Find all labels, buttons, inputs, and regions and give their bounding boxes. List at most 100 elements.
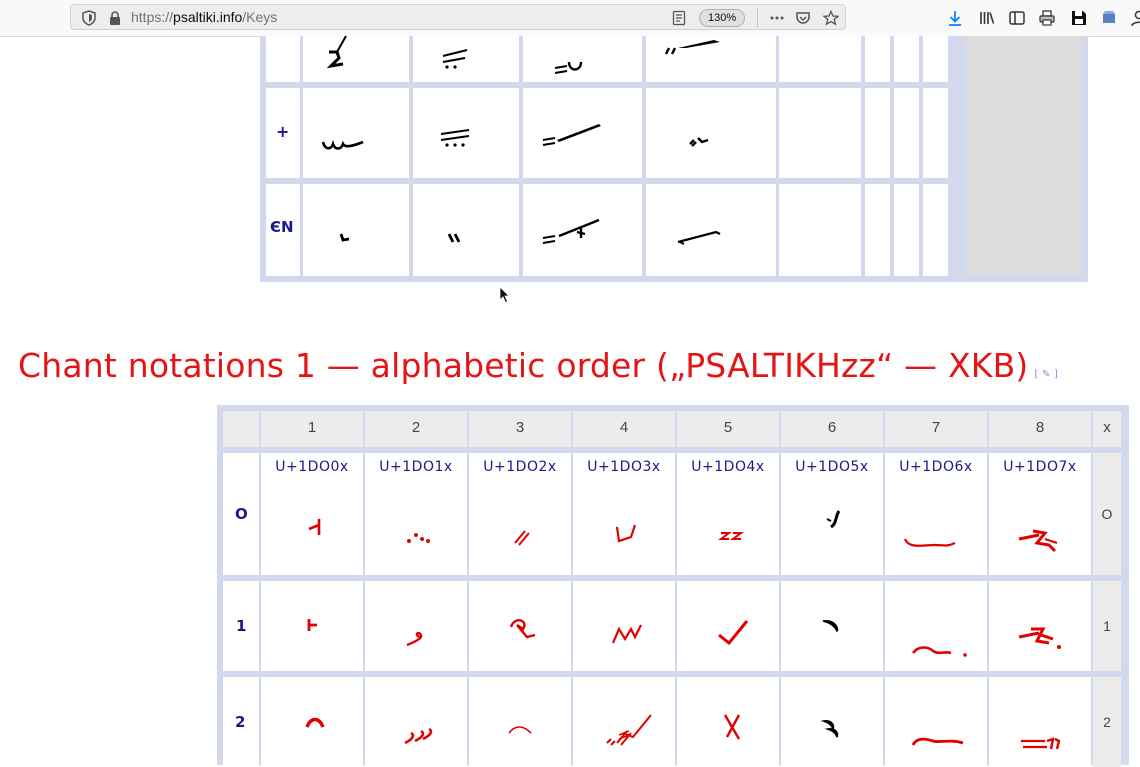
row-right-label: O xyxy=(1093,453,1121,575)
lock-icon[interactable] xyxy=(107,10,123,26)
column-header: 3 xyxy=(469,411,571,447)
neume-glyph xyxy=(469,677,571,767)
column-header: 7 xyxy=(885,411,987,447)
corner-header-cell xyxy=(223,411,259,447)
table-cell xyxy=(894,184,919,276)
table-cell xyxy=(865,184,890,276)
table-cell xyxy=(923,88,948,178)
column-header: 5 xyxy=(677,411,779,447)
upper-neumes-table: + ЄN xyxy=(260,36,1088,282)
glyph-cell: U+1DO3x xyxy=(573,453,675,575)
table-cell xyxy=(523,88,642,178)
row-right-label: 2 xyxy=(1093,677,1121,767)
neume-glyph xyxy=(781,581,883,671)
row-label: ЄN xyxy=(270,218,294,236)
neume-glyph xyxy=(989,453,1091,575)
url-host: psaltiki.info xyxy=(173,9,242,25)
neume-glyph xyxy=(885,453,987,575)
glyph-cell xyxy=(365,581,467,671)
glyph-cell xyxy=(469,581,571,671)
heading-text: Chant notations 1 — alphabetic order („P… xyxy=(18,346,1029,385)
url-text[interactable]: https://psaltiki.info/Keys xyxy=(131,9,277,25)
download-icon[interactable] xyxy=(946,9,964,27)
glyph-cell xyxy=(573,581,675,671)
neume-glyph xyxy=(365,581,467,671)
reader-view-icon[interactable] xyxy=(671,10,687,26)
column-header: 1 xyxy=(261,411,363,447)
mouse-cursor-icon xyxy=(499,286,511,304)
row-header-cell: 2 xyxy=(223,677,259,767)
neume-glyph xyxy=(261,677,363,767)
table-cell xyxy=(413,36,519,82)
neume-glyph xyxy=(303,88,409,178)
glyph-cell: U+1DO4x xyxy=(677,453,779,575)
neume-glyph xyxy=(781,453,883,575)
column-header: 6 xyxy=(781,411,883,447)
chant-notations-table: 1 2 3 4 5 6 7 8 x O U+1DO0x U+1DO1x U+1D… xyxy=(217,405,1129,765)
glyph-cell xyxy=(677,581,779,671)
neume-glyph xyxy=(523,88,642,178)
column-header: 8 xyxy=(989,411,1091,447)
sidebar-icon[interactable] xyxy=(1008,9,1026,27)
library-icon[interactable] xyxy=(978,9,996,27)
neume-glyph xyxy=(261,453,363,575)
neume-glyph xyxy=(413,88,519,178)
edit-section-link[interactable]: [ ✎ ] xyxy=(1035,369,1059,380)
table-cell xyxy=(865,88,890,178)
table-cell xyxy=(923,184,948,276)
neume-glyph xyxy=(677,581,779,671)
glyph-cell: U+1DO0x xyxy=(261,453,363,575)
glyph-cell xyxy=(573,677,675,767)
neume-glyph xyxy=(885,581,987,671)
browser-toolbar: https://psaltiki.info/Keys 130% xyxy=(0,0,1140,37)
column-header: 2 xyxy=(365,411,467,447)
account-icon[interactable] xyxy=(1130,9,1140,27)
glyph-cell xyxy=(261,581,363,671)
glyph-cell: U+1DO7x xyxy=(989,453,1091,575)
table-cell xyxy=(523,184,642,276)
row-label: 2 xyxy=(235,713,245,731)
table-cell xyxy=(865,36,890,82)
pocket-icon[interactable] xyxy=(795,10,811,26)
table-cell xyxy=(413,88,519,178)
zoom-indicator[interactable]: 130% xyxy=(699,9,745,27)
url-scheme: https:// xyxy=(131,9,173,25)
neume-glyph xyxy=(413,184,519,276)
table-cell xyxy=(413,184,519,276)
neume-glyph xyxy=(573,677,675,767)
glyph-cell: U+1DO2x xyxy=(469,453,571,575)
neume-glyph xyxy=(413,36,519,82)
glyph-cell xyxy=(469,677,571,767)
shield-icon[interactable] xyxy=(81,10,97,26)
row-header-cell: 1 xyxy=(223,581,259,671)
column-header-x: x xyxy=(1093,411,1121,447)
table-cell xyxy=(894,36,919,82)
neume-glyph xyxy=(677,677,779,767)
neume-glyph xyxy=(523,184,642,276)
neume-glyph xyxy=(303,36,409,82)
neume-glyph xyxy=(303,184,409,276)
url-bar[interactable]: https://psaltiki.info/Keys 130% xyxy=(70,4,846,30)
glyph-cell xyxy=(261,677,363,767)
neume-glyph xyxy=(885,677,987,767)
bookmark-star-icon[interactable] xyxy=(823,10,839,26)
glyph-cell xyxy=(781,581,883,671)
neume-glyph xyxy=(261,581,363,671)
neume-glyph xyxy=(365,453,467,575)
table-cell xyxy=(779,184,861,276)
neume-glyph xyxy=(469,453,571,575)
row-label: + xyxy=(276,122,289,141)
glyph-cell xyxy=(677,677,779,767)
save-page-icon[interactable] xyxy=(1070,9,1088,27)
neume-glyph xyxy=(573,453,675,575)
neume-glyph xyxy=(469,581,571,671)
neume-glyph xyxy=(573,581,675,671)
row-right-label: 1 xyxy=(1093,581,1121,671)
more-actions-icon[interactable] xyxy=(769,10,785,26)
print-icon[interactable] xyxy=(1038,9,1056,27)
table-cell xyxy=(303,184,409,276)
table-side-column xyxy=(966,36,1082,276)
extension-icon[interactable] xyxy=(1100,9,1118,27)
url-path: /Keys xyxy=(242,9,277,25)
neume-glyph xyxy=(989,677,1091,767)
